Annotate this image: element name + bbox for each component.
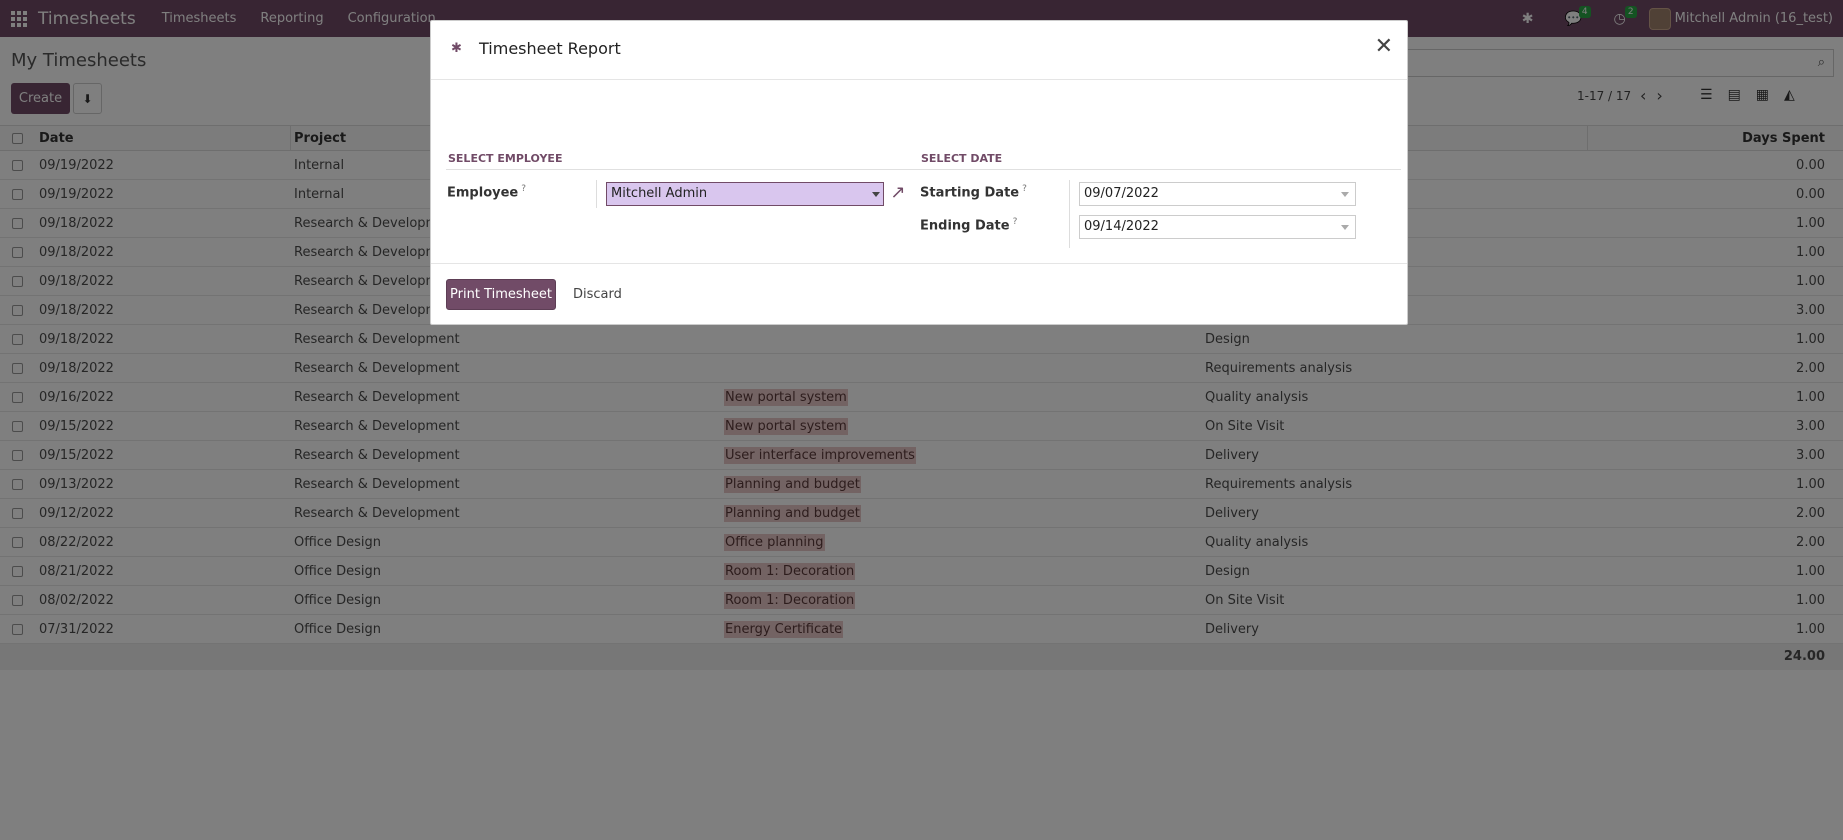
chevron-down-icon[interactable] <box>1341 192 1349 197</box>
timesheet-report-dialog: ✱ Timesheet Report ✕ Select Employee Sel… <box>430 20 1408 325</box>
employee-label: Employee? <box>447 184 526 200</box>
starting-date-field[interactable]: 09/07/2022 <box>1079 182 1356 206</box>
modal-body: Select Employee Select Date Employee? Mi… <box>431 80 1407 263</box>
help-icon[interactable]: ? <box>1022 184 1027 194</box>
field-separator <box>596 180 597 208</box>
modal-footer: Print Timesheet Discard <box>431 263 1407 326</box>
discard-button[interactable]: Discard <box>569 279 626 310</box>
help-icon[interactable]: ? <box>1013 217 1018 227</box>
starting-date-value: 09/07/2022 <box>1084 186 1159 201</box>
section-select-employee: Select Employee <box>448 152 563 165</box>
employee-value: Mitchell Admin <box>611 186 708 201</box>
external-link-icon[interactable]: ↗ <box>886 182 910 204</box>
help-icon[interactable]: ? <box>521 184 526 194</box>
ending-date-label: Ending Date? <box>920 217 1017 233</box>
ending-date-label-text: Ending Date <box>920 218 1010 234</box>
chevron-down-icon[interactable] <box>872 192 880 197</box>
modal-header: ✱ Timesheet Report ✕ <box>431 21 1407 80</box>
field-separator <box>1069 180 1070 248</box>
ending-date-value: 09/14/2022 <box>1084 219 1159 234</box>
chevron-down-icon[interactable] <box>1341 225 1349 230</box>
print-timesheet-button[interactable]: Print Timesheet <box>446 279 556 310</box>
employee-label-text: Employee <box>447 185 519 201</box>
bug-icon: ✱ <box>451 41 462 56</box>
modal-title: Timesheet Report <box>479 39 621 58</box>
ending-date-field[interactable]: 09/14/2022 <box>1079 215 1356 239</box>
starting-date-label: Starting Date? <box>920 184 1027 200</box>
close-icon[interactable]: ✕ <box>1375 36 1393 58</box>
employee-field[interactable]: Mitchell Admin <box>606 182 884 206</box>
starting-date-label-text: Starting Date <box>920 185 1020 201</box>
section-select-date: Select Date <box>921 152 1003 165</box>
section-divider <box>446 169 1401 170</box>
